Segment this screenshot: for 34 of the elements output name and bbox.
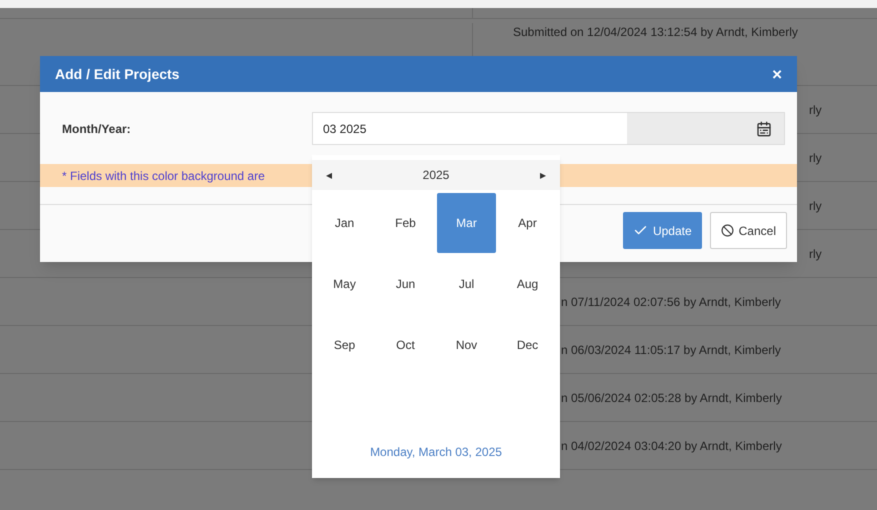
month-cell[interactable]: May <box>315 254 374 314</box>
field-label: Month/Year: <box>62 120 132 138</box>
year-label: 2025 <box>422 167 450 184</box>
selected-date-link[interactable]: Monday, March 03, 2025 <box>312 443 560 461</box>
table-cell-text: n 07/11/2024 02:07:56 by Arndt, Kimberly <box>561 294 781 310</box>
month-cell[interactable]: Mar <box>437 193 496 253</box>
table-cell-text: rly <box>809 198 822 214</box>
table-cell-text: rly <box>809 102 822 118</box>
dialog-title: Add / Edit Projects <box>55 64 180 84</box>
next-year-button[interactable]: ▸ <box>540 166 546 184</box>
previous-year-button[interactable]: ◂ <box>326 166 332 184</box>
month-cell[interactable]: Aug <box>498 254 557 314</box>
month-cell[interactable]: Jun <box>376 254 435 314</box>
month-cell[interactable]: Dec <box>498 315 557 375</box>
month-cell[interactable]: Oct <box>376 315 435 375</box>
month-cell[interactable]: Jan <box>315 193 374 253</box>
cancel-button[interactable]: Cancel <box>710 212 787 249</box>
table-cell-text: rly <box>809 150 822 166</box>
table-cell-text: n 06/03/2024 11:05:17 by Arndt, Kimberly <box>561 342 781 358</box>
update-button[interactable]: Update <box>622 212 702 249</box>
calendar-icon[interactable] <box>756 120 772 136</box>
month-cell[interactable]: Apr <box>498 193 557 253</box>
close-button[interactable]: × <box>772 66 782 82</box>
table-cell-text: n 05/06/2024 02:05:28 by Arndt, Kimberly <box>561 390 782 406</box>
table-cell-text: n 04/02/2024 03:04:20 by Arndt, Kimberly <box>561 438 782 454</box>
month-cell[interactable]: Sep <box>315 315 374 375</box>
required-note: * Fields with this color background are <box>62 168 265 184</box>
month-cell[interactable]: Nov <box>437 315 496 375</box>
month-cell[interactable]: Feb <box>376 193 435 253</box>
ban-icon <box>720 224 734 237</box>
table-cell-text: rly <box>809 246 822 262</box>
table-cell-text: Submitted on 12/04/2024 13:12:54 by Arndt, Kimberly <box>513 24 798 41</box>
month-year-field[interactable]: 03 2025 <box>312 112 785 145</box>
month-cell[interactable]: Jul <box>437 254 496 314</box>
